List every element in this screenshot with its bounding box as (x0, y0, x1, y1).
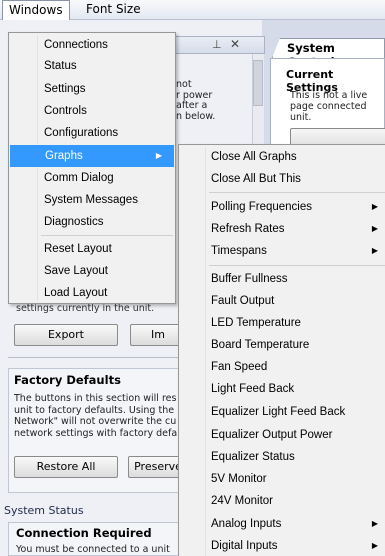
submenu-item-24v-monitor[interactable]: 24V Monitor (179, 490, 385, 512)
submenu-item-polling-frequencies[interactable]: Polling Frequencies ▶ (179, 196, 385, 218)
menu-item-comm-dialog[interactable]: Comm Dialog (9, 167, 175, 189)
panel-header: ⊥ ✕ (175, 36, 265, 54)
submenu-separator (209, 265, 385, 266)
submenu-item-equalizer-light-feed-back[interactable]: Equalizer Light Feed Back (179, 401, 385, 423)
submenu-item-label: Analog Inputs (211, 518, 282, 530)
pin-icon[interactable]: ⊥ (212, 38, 222, 51)
submenu-item-5v-monitor[interactable]: 5V Monitor (179, 468, 385, 490)
menu-item-graphs-label: Graphs (45, 150, 83, 162)
submenu-arrow-icon: ▶ (371, 541, 378, 550)
submenu-separator (209, 192, 385, 193)
menu-separator (41, 235, 173, 236)
submenu-item-light-feed-back[interactable]: Light Feed Back (179, 378, 385, 400)
close-icon[interactable]: ✕ (230, 37, 240, 51)
submenu-arrow-icon: ▶ (371, 224, 378, 233)
menu-bar: Windows Font Size (0, 0, 385, 21)
submenu-item-label: Polling Frequencies (211, 201, 313, 213)
submenu-item-refresh-rates[interactable]: Refresh Rates ▶ (179, 218, 385, 240)
menu-item-controls[interactable]: Controls (9, 100, 175, 122)
connection-required-title: Connection Required (16, 526, 152, 540)
system-status-label: System Status (4, 504, 84, 517)
menu-item-connections[interactable]: Connections (9, 34, 175, 56)
submenu-item-buffer-fullness[interactable]: Buffer Fullness (179, 268, 385, 290)
submenu-item-label: Timespans (211, 245, 267, 257)
tab-system-controls[interactable]: System Controls (272, 38, 385, 58)
export-button[interactable]: Export (14, 324, 118, 346)
settings-text: settings currently in the unit. (16, 303, 155, 314)
menu-item-configurations[interactable]: Configurations (9, 122, 175, 144)
menu-item-load-layout[interactable]: Load Layout (9, 282, 175, 304)
submenu-arrow-icon: ▶ (371, 246, 378, 255)
menu-font-size[interactable]: Font Size (80, 0, 147, 20)
current-settings-note: This is not a live page connected unit. (290, 90, 368, 123)
graphs-submenu: Close All Graphs Close All But This Poll… (178, 144, 385, 556)
panel-side-text: not r power after a n below. (176, 79, 216, 122)
submenu-arrow-icon: ▶ (155, 151, 162, 160)
menu-item-settings[interactable]: Settings (9, 78, 175, 100)
submenu-item-digital-inputs[interactable]: Digital Inputs ▶ (179, 535, 385, 556)
menu-item-status[interactable]: Status (9, 55, 175, 77)
menu-item-diagnostics[interactable]: Diagnostics (9, 211, 175, 233)
submenu-arrow-icon: ▶ (371, 202, 378, 211)
scrollbar-thumb[interactable] (253, 60, 263, 106)
menu-item-system-messages[interactable]: System Messages (9, 189, 175, 211)
restore-all-button[interactable]: Restore All (14, 456, 118, 478)
factory-defaults-title: Factory Defaults (14, 373, 121, 387)
menu-item-graphs[interactable]: Graphs ▶ (10, 145, 174, 167)
submenu-item-label: Digital Inputs (211, 540, 278, 552)
submenu-item-fan-speed[interactable]: Fan Speed (179, 356, 385, 378)
menu-item-reset-layout[interactable]: Reset Layout (9, 238, 175, 260)
windows-menu: Connections Status Settings Controls Con… (8, 32, 176, 304)
factory-defaults-text: The buttons in this section will res uni… (14, 393, 178, 439)
submenu-item-fault-output[interactable]: Fault Output (179, 290, 385, 312)
menu-item-save-layout[interactable]: Save Layout (9, 260, 175, 282)
submenu-item-analog-inputs[interactable]: Analog Inputs ▶ (179, 513, 385, 535)
submenu-item-timespans[interactable]: Timespans ▶ (179, 240, 385, 262)
submenu-item-close-all-but-this[interactable]: Close All But This (179, 168, 385, 190)
submenu-item-close-all-graphs[interactable]: Close All Graphs (179, 146, 385, 168)
submenu-item-equalizer-output-power[interactable]: Equalizer Output Power (179, 424, 385, 446)
submenu-item-label: Refresh Rates (211, 223, 285, 235)
connection-required-text: You must be connected to a unit (16, 544, 170, 555)
submenu-arrow-icon: ▶ (371, 519, 378, 528)
submenu-item-equalizer-status[interactable]: Equalizer Status (179, 446, 385, 468)
submenu-item-led-temperature[interactable]: LED Temperature (179, 312, 385, 334)
submenu-item-board-temperature[interactable]: Board Temperature (179, 334, 385, 356)
menu-windows[interactable]: Windows (2, 0, 70, 21)
